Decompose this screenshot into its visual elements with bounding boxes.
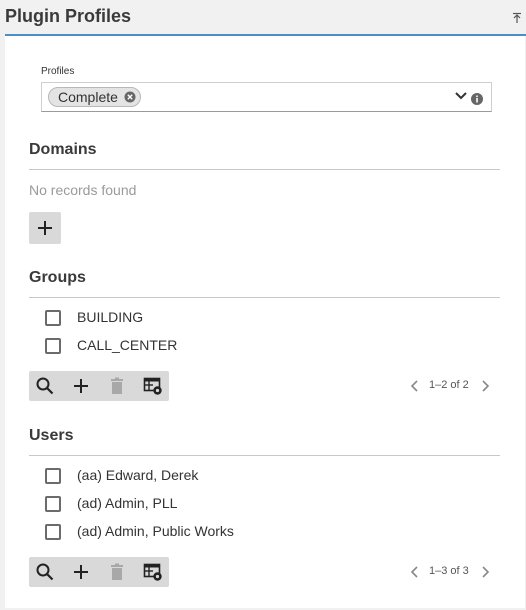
chevron-right-icon[interactable] (480, 379, 490, 393)
chevron-left-icon[interactable] (410, 565, 420, 579)
panel-body: Profiles Complete Domains No records fou… (5, 36, 525, 608)
add-icon[interactable] (71, 562, 91, 582)
user-label: (ad) Admin, PLL (77, 495, 178, 511)
table-settings-icon[interactable] (143, 562, 163, 582)
search-icon[interactable] (35, 562, 55, 582)
groups-pager-range: 1–2 of 2 (429, 379, 469, 391)
users-pager-range: 1–3 of 3 (429, 565, 469, 577)
profile-chip-label: Complete (58, 89, 118, 105)
domains-empty-text: No records found (29, 182, 137, 198)
user-label: (ad) Admin, Public Works (77, 523, 234, 539)
domains-divider (29, 169, 500, 170)
group-label: BUILDING (77, 309, 144, 325)
remove-chip-icon[interactable] (124, 91, 136, 103)
groups-pager: 1–2 of 2 (410, 376, 490, 396)
users-divider (29, 455, 500, 456)
chevron-down-icon[interactable] (454, 89, 468, 103)
user-checkbox[interactable] (45, 468, 61, 484)
panel-title: Plugin Profiles (5, 6, 132, 26)
add-domain-button[interactable] (29, 212, 61, 244)
users-pager: 1–3 of 3 (410, 562, 490, 582)
group-label: CALL_CENTER (77, 337, 178, 353)
groups-toolbar (29, 371, 169, 401)
profiles-label: Profiles (41, 66, 75, 77)
chevron-right-icon[interactable] (480, 565, 490, 579)
delete-icon (111, 563, 123, 580)
search-icon[interactable] (35, 376, 55, 396)
group-checkbox[interactable] (45, 338, 61, 354)
user-checkbox[interactable] (45, 496, 61, 512)
table-settings-icon[interactable] (143, 376, 163, 396)
profile-chip: Complete (48, 87, 141, 107)
add-icon[interactable] (71, 376, 91, 396)
user-label: (aa) Edward, Derek (77, 467, 199, 483)
panel-header: Plugin Profiles (5, 0, 526, 36)
user-checkbox[interactable] (45, 524, 61, 540)
groups-divider (29, 297, 500, 298)
plus-icon (38, 221, 52, 235)
users-title: Users (29, 427, 74, 444)
users-toolbar (29, 557, 169, 587)
collapse-panel-icon[interactable] (511, 12, 523, 24)
group-checkbox[interactable] (45, 310, 61, 326)
chevron-left-icon[interactable] (410, 379, 420, 393)
domains-title: Domains (29, 141, 97, 158)
delete-icon (111, 377, 123, 394)
info-icon[interactable] (471, 93, 483, 105)
groups-title: Groups (29, 269, 86, 286)
profiles-select[interactable]: Complete (41, 82, 492, 112)
